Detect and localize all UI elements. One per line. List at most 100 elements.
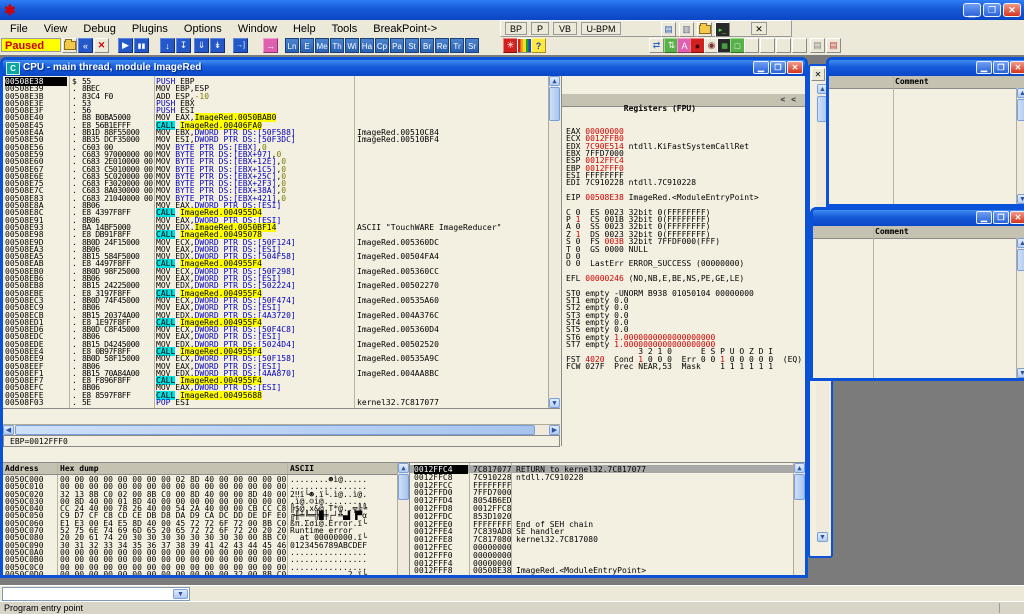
register-line[interactable]: C 0 ES 0023 32bit 0(FFFFFFFF) [566, 208, 805, 215]
app-close-button[interactable]: ✕ [1003, 3, 1021, 17]
dump-row[interactable]: 0050C0A000 00 00 00 00 00 00 00 00 00 00… [3, 548, 397, 555]
comment-window-2[interactable]: ▁ ❐ ✕ Comment ▲ ▼ [810, 207, 1024, 381]
register-line[interactable]: EBP 0012FFF0 [566, 164, 805, 171]
comment-window-2-titlebar[interactable]: ▁ ❐ ✕ [813, 210, 1024, 226]
disasm-row[interactable]: 00508EB6.8B06MOV EAX,DWORD PTR DS:[ESI] [3, 274, 548, 281]
book-icon[interactable]: ▥ [679, 22, 694, 37]
disasm-row[interactable]: 00508EF7.E8 F896F8FFCALL ImageRed.004955… [3, 376, 548, 383]
register-line[interactable]: A 0 SS 0023 32bit 0(FFFFFFFF) [566, 222, 805, 229]
execute-till-return-icon[interactable]: →] [233, 38, 248, 53]
cpu-restore-button[interactable]: ❐ [770, 61, 786, 74]
plugin-window-icon[interactable]: □ [730, 38, 745, 53]
disasm-row[interactable]: 00508EA3.8B06MOV EAX,DWORD PTR DS:[ESI] [3, 245, 548, 252]
stack-pane[interactable]: 0012FFC47C817077RETURN to kernel32.7C817… [409, 462, 805, 575]
dump-row[interactable]: 0050C050C9 D7 CF C8 CD CE DB D8 DA D9 CA… [3, 511, 397, 518]
register-line[interactable]: EFL 00000246 (NO,NB,E,BE,NS,PE,GE,LE) [566, 274, 805, 281]
register-line[interactable]: ESI FFFFFFFF [566, 171, 805, 178]
comment1-minimize-button[interactable]: ▁ [976, 61, 992, 74]
menu-help[interactable]: Help [285, 23, 324, 35]
goto-icon[interactable]: → [263, 38, 278, 53]
dump-pane[interactable]: Address Hex dump ASCII 0050C00000 00 00 … [3, 462, 409, 575]
disasm-row[interactable]: 00508E98.E8 DB91F8FFCALL ImageRed.004950… [3, 230, 548, 237]
register-line[interactable]: Z 1 DS 0023 32bit 0(FFFFFFFF) [566, 230, 805, 237]
app-titlebar[interactable]: ✱ ▁ ❐ ✕ [0, 0, 1024, 20]
disasm-row[interactable]: 00508E60.C683 2E010000 00MOV BYTE PTR DS… [3, 157, 548, 164]
combo-dropdown-icon[interactable]: ▼ [173, 589, 188, 599]
step-into-icon[interactable]: ↓ [160, 38, 175, 53]
dump-row[interactable]: 0050C0C000 00 00 00 00 00 00 00 00 00 00… [3, 563, 397, 570]
trace-into-icon[interactable]: ⇓ [194, 38, 209, 53]
register-line[interactable]: ECX 0012FFB0 [566, 134, 805, 141]
disasm-row[interactable]: 00508EDE.8B15 D4245000MOV EDX,DWORD PTR … [3, 340, 548, 347]
comment1-scroll-down-icon[interactable]: ▼ [1017, 194, 1024, 204]
toolbar-blank-button-4[interactable] [792, 38, 807, 53]
run-icon[interactable]: ▶ [118, 38, 133, 53]
stack-row[interactable]: 0012FFD07FFD7000 [410, 488, 793, 496]
step-over-icon[interactable]: ↧ [176, 38, 191, 53]
letter-button-re[interactable]: Re [435, 38, 449, 53]
register-line[interactable]: ESP 0012FFC4 [566, 156, 805, 163]
toolbar-blank-button-2[interactable] [760, 38, 775, 53]
stack-row[interactable]: 0012FFE0FFFFFFFFEnd of SEH chain [410, 520, 793, 528]
disasm-row[interactable]: 00508E4A.8B1D 88F55000MOV EBX,DWORD PTR … [3, 128, 548, 135]
folder-icon[interactable] [697, 22, 712, 37]
register-line[interactable]: FCW 027F Prec NEAR,53 Mask 1 1 1 1 1 1 [566, 362, 805, 369]
comment-window-1-titlebar[interactable]: ▁ ❐ ✕ [829, 60, 1024, 76]
strip-close-icon[interactable]: ✕ [811, 68, 825, 81]
disasm-row[interactable]: 00508EE4.E8 0B97F8FFCALL ImageRed.004955… [3, 347, 548, 354]
disasm-row[interactable]: 00508E39.8BECMOV EBP,ESP [3, 84, 548, 91]
dump-vscrollbar[interactable]: ▲ [397, 463, 409, 575]
letter-button-ha[interactable]: Ha [360, 38, 374, 53]
menu-file[interactable]: File [2, 23, 36, 35]
cpu-window-titlebar[interactable]: C CPU - main thread, module ImageRed ▁ ❐… [3, 60, 805, 76]
dump-row[interactable]: 0050C060E1 E3 00 E4 E5 8D 40 00 45 72 72… [3, 519, 397, 526]
disasm-row[interactable]: 00508ED1.E8 1E97F8FFCALL ImageRed.004955… [3, 318, 548, 325]
disasm-row[interactable]: 00508E7C.C683 8A030000 00MOV BYTE PTR DS… [3, 186, 548, 193]
disasm-row[interactable]: 00508EFE.E8 8597F8FFCALL ImageRed.004956… [3, 391, 548, 398]
disasm-row[interactable]: 00508E3F.56PUSH ESI [3, 106, 548, 113]
cpu-minimize-button[interactable]: ▁ [753, 61, 769, 74]
disasm-row[interactable]: 00508EC9.8B06MOV EAX,DWORD PTR DS:[ESI] [3, 303, 548, 310]
comment-window-1[interactable]: ▁ ❐ ✕ Comment ▲ ▼ [826, 57, 1024, 207]
help-icon[interactable]: ? [531, 38, 546, 53]
disasm-row[interactable]: 00508E38$55PUSH EBP [3, 77, 548, 84]
register-line[interactable]: EDI 7C910228 ntdll.7C910228 [566, 178, 805, 185]
toolbar-blank-button-1[interactable] [744, 38, 759, 53]
options-gear-icon[interactable]: ✳ [503, 38, 518, 53]
disasm-row[interactable]: 00508E3E.53PUSH EBX [3, 99, 548, 106]
letter-button-me[interactable]: Me [315, 38, 329, 53]
band-close-button[interactable]: ✕ [751, 22, 767, 35]
stack-row[interactable]: 0012FFD48054B6ED [410, 496, 793, 504]
disassembly-pane[interactable]: 00508E38$55PUSH EBP00508E39.8BECMOV EBP,… [3, 76, 560, 409]
disasm-row[interactable]: 00508E40.B8 B0BA5000MOV EAX,ImageRed.005… [3, 113, 548, 120]
stack-row[interactable]: 0012FFF000000000 [410, 551, 793, 559]
stack-row[interactable]: 0012FFF400000000 [410, 559, 793, 567]
disasm-scroll-right-icon[interactable]: ▶ [549, 425, 560, 435]
menu-plugins[interactable]: Plugins [124, 23, 176, 35]
register-line[interactable]: S 0 FS 003B 32bit 7FFDF000(FFF) [566, 237, 805, 244]
disasm-row[interactable]: 00508E45.E8 56B1EFFFCALL ImageRed.00406F… [3, 121, 548, 128]
register-line[interactable]: O 0 LastErr ERROR_SUCCESS (00000000) [566, 259, 805, 266]
disasm-row[interactable]: 00508EE9.8B0D 58F15000MOV ECX,DWORD PTR … [3, 354, 548, 361]
disasm-row[interactable]: 00508E75.C683 F3020000 00MOV BYTE PTR DS… [3, 179, 548, 186]
console-icon[interactable]: ▸_ [715, 22, 730, 37]
disasm-row[interactable]: 00508E91.8B06MOV EAX,DWORD PTR DS:[ESI] [3, 216, 548, 223]
notes-icon[interactable]: ▤ [661, 22, 676, 37]
comment2-minimize-button[interactable]: ▁ [976, 211, 992, 224]
disasm-row[interactable]: 00508ECB.8B15 20374A00MOV EDX,DWORD PTR … [3, 311, 548, 318]
menu-debug[interactable]: Debug [75, 23, 123, 35]
comment1-scrollbar[interactable]: ▲ ▼ [1016, 88, 1024, 204]
close-program-icon[interactable]: ✕ [94, 38, 109, 53]
stack-row[interactable]: 0012FFEC00000000 [410, 543, 793, 551]
disasm-row[interactable]: 00508E8A.8B06MOV EAX,DWORD PTR DS:[ESI] [3, 201, 548, 208]
dump-row[interactable]: 0050C0B000 00 00 00 00 00 00 00 00 00 00… [3, 555, 397, 562]
disasm-row[interactable]: 00508E93.BA 14BF5000MOV EDX,ImageRed.005… [3, 223, 548, 230]
appearance-colors-icon[interactable] [517, 38, 532, 53]
stack-vscrollbar[interactable]: ▲ [793, 463, 805, 575]
letter-button-e[interactable]: E [300, 38, 314, 53]
register-line[interactable]: ST4 empty 0.0 [566, 318, 805, 325]
stack-row[interactable]: 0012FFCCFFFFFFFF [410, 481, 793, 489]
register-line[interactable]: ST0 empty -UNORM B938 01050104 00000000 [566, 289, 805, 296]
comment2-scrollbar[interactable]: ▲ ▼ [1016, 238, 1024, 378]
disasm-row[interactable]: 00508E67.C683 C5010000 00MOV BYTE PTR DS… [3, 165, 548, 172]
